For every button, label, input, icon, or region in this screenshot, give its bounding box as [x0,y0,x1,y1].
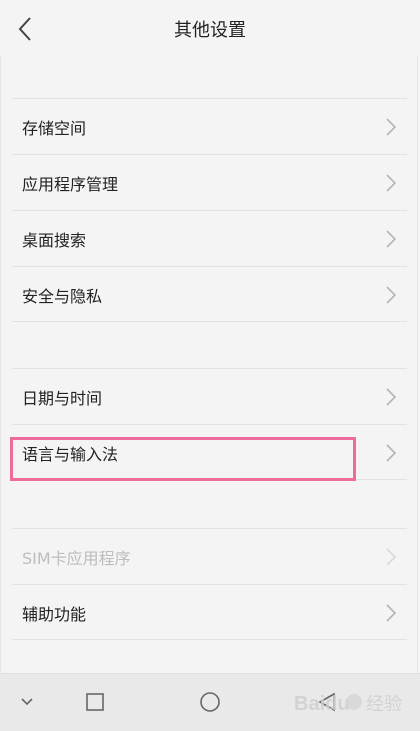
chevron-right-icon [386,604,397,622]
chevron-right-icon [386,174,397,192]
row-label: 日期与时间 [22,389,103,408]
baidu-jingyan-watermark: Baidu 经验 [294,693,402,715]
settings-row-sim-apps: SIM卡应用程序 [12,528,407,584]
row-label: SIM卡应用程序 [22,549,131,568]
circle-icon [200,692,220,712]
chevron-right-icon [386,286,397,304]
chevron-down-icon [21,698,33,706]
nav-recent-button[interactable] [65,674,125,731]
settings-row-desktop-search[interactable]: 桌面搜索 [12,210,407,266]
paw-icon [346,694,362,710]
chevron-right-icon [386,548,397,566]
square-icon [86,693,104,711]
row-label: 安全与隐私 [22,287,103,306]
settings-row-accessibility[interactable]: 辅助功能 [12,584,407,640]
watermark-brand: Baidu [294,693,350,715]
settings-row-date-time[interactable]: 日期与时间 [12,368,407,424]
chevron-right-icon [386,118,397,136]
chevron-right-icon [386,388,397,406]
row-label: 桌面搜索 [22,231,87,250]
nav-home-button[interactable] [180,674,240,731]
row-label: 辅助功能 [22,605,87,624]
top-app-bar: 其他设置 [0,0,420,56]
chevron-right-icon [386,230,397,248]
settings-row-app-manager[interactable]: 应用程序管理 [12,154,407,210]
settings-row-language-input[interactable]: 语言与输入法 [12,424,407,480]
page-title: 其他设置 [174,20,246,41]
settings-row-storage[interactable]: 存储空间 [12,98,407,154]
row-label: 存储空间 [22,119,87,138]
row-label: 语言与输入法 [22,445,119,464]
nav-collapse-button[interactable] [0,674,60,731]
row-label: 应用程序管理 [22,175,119,194]
settings-row-security-privacy[interactable]: 安全与隐私 [12,266,407,322]
watermark-text: 经验 [366,694,402,715]
chevron-right-icon [386,444,397,462]
